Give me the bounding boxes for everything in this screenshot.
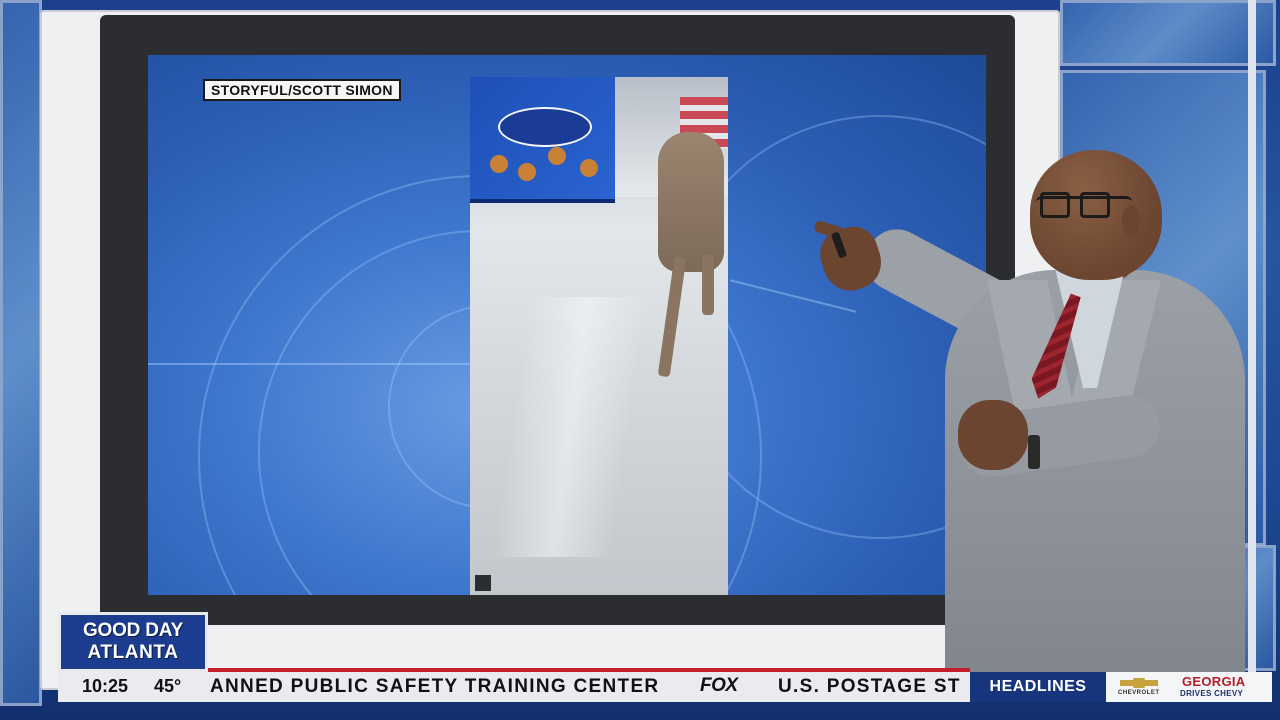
- sponsor-box: CHEVROLET GEORGIA DRIVES CHEVY: [1106, 672, 1272, 702]
- chevrolet-bowtie-icon: [1120, 678, 1158, 688]
- show-logo: GOOD DAY ATLANTA: [58, 612, 208, 672]
- anchor-hand: [958, 400, 1028, 470]
- eyeglass-lens: [1080, 192, 1110, 218]
- sponsor-brand: CHEVROLET: [1118, 690, 1160, 696]
- eyeglass-lens: [1040, 192, 1070, 218]
- sponsor-line2: DRIVES CHEVY: [1180, 689, 1244, 698]
- headlines-label: HEADLINES: [970, 672, 1106, 702]
- ticker-temperature: 45°: [154, 676, 182, 696]
- ticker-time: 10:25: [82, 676, 129, 696]
- show-logo-line2: ATLANTA: [87, 642, 179, 663]
- sponsor-line1: GEORGIA: [1182, 674, 1246, 689]
- news-ticker: 10:25 45° ANNED PUBLIC SAFETY TRAINING C…: [58, 672, 1272, 702]
- ticker-crawl-next: U.S. POSTAGE ST: [778, 676, 961, 697]
- fox-logo: FOX: [700, 675, 738, 696]
- wristwatch: [1028, 435, 1040, 469]
- ticker-crawl-text: ANNED PUBLIC SAFETY TRAINING CENTER: [210, 676, 660, 697]
- show-logo-line1: GOOD DAY: [82, 620, 184, 641]
